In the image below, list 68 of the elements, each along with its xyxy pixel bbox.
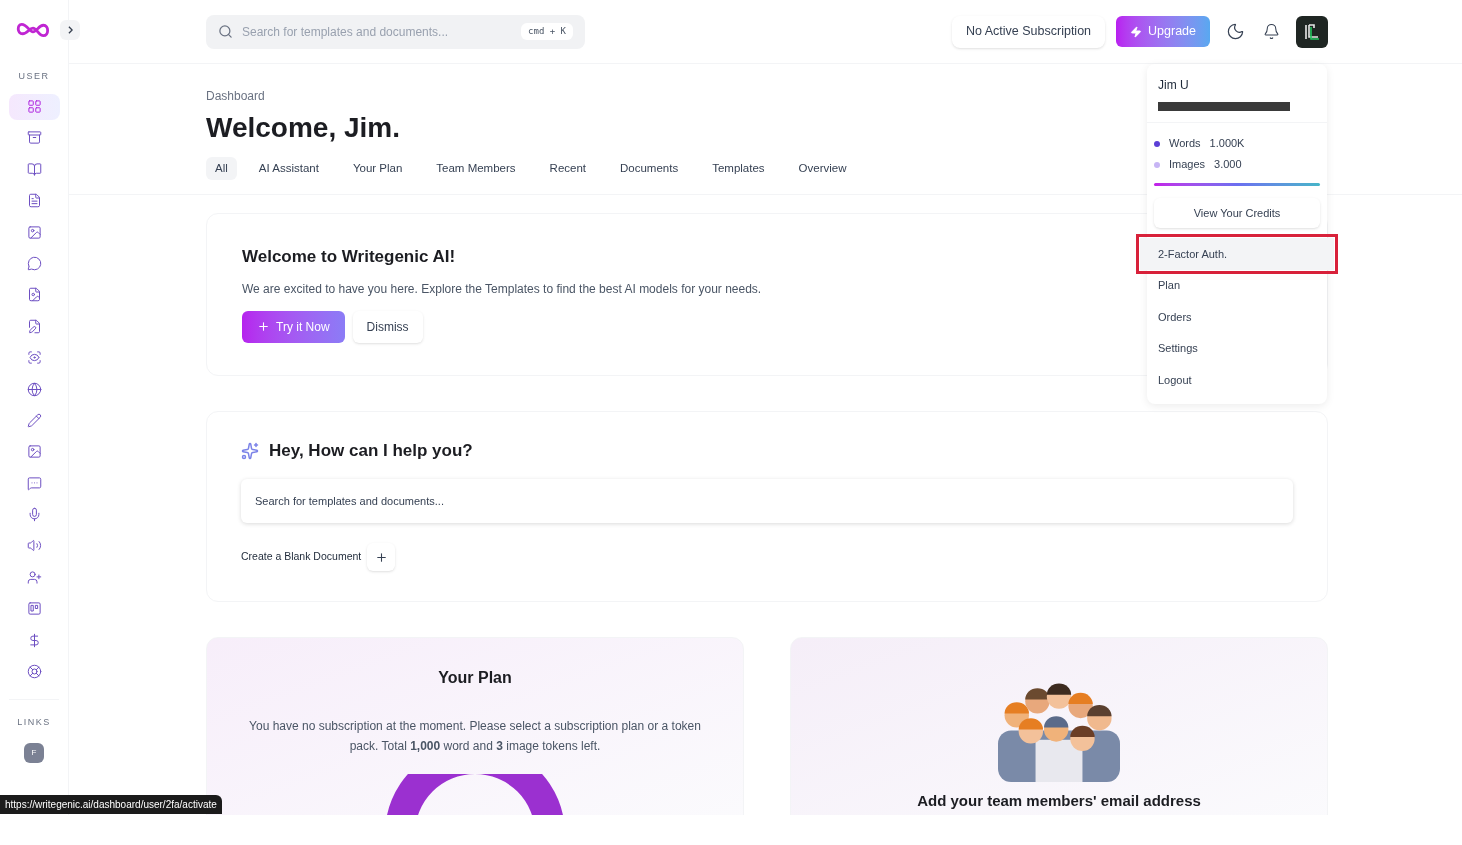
microphone-icon	[26, 507, 42, 523]
tab[interactable]: AI Assistant	[249, 157, 328, 181]
notifications-button[interactable]	[1261, 21, 1282, 42]
view-credits-button[interactable]: View Your Credits	[1154, 198, 1320, 228]
tab[interactable]: Your Plan	[343, 157, 412, 181]
menu-item[interactable]: Logout	[1147, 364, 1327, 396]
lightning-icon	[1130, 25, 1143, 38]
menu-item[interactable]: Orders	[1147, 301, 1327, 333]
tab[interactable]: Team Members	[427, 157, 525, 181]
sidebar-item[interactable]	[8, 93, 60, 120]
status-url: https://writegenic.ai/dashboard/user/2fa/activate	[0, 795, 222, 814]
plus-icon	[374, 550, 388, 564]
user-plus-icon	[26, 569, 42, 585]
card-text: You have no subscription at the moment. Please select a subscription plan or a token pack. Total 1,000 word and 3 image tokens left.	[248, 718, 702, 756]
document-icon	[26, 193, 42, 209]
grid-icon	[26, 99, 42, 114]
tab[interactable]: Documents	[611, 157, 688, 181]
link-badge[interactable]: F	[24, 743, 44, 764]
search-icon	[218, 24, 233, 39]
scan-eye-icon	[26, 350, 42, 366]
lifebuoy-icon	[26, 664, 42, 680]
chat-bubble-icon	[26, 255, 42, 271]
pencil-icon	[26, 412, 42, 428]
card-text: We are excited to have you here. Explore the Templates to find the best AI models for your needs.	[242, 280, 762, 298]
document-pen-icon	[26, 318, 42, 334]
tab[interactable]: Overview	[789, 157, 856, 181]
image-icon	[26, 224, 42, 240]
sparkles-icon	[241, 441, 259, 460]
credit-value: 1.000K	[1209, 136, 1245, 152]
book-icon	[26, 161, 42, 177]
globe-icon	[26, 381, 42, 397]
dismiss-button[interactable]: Dismiss	[352, 310, 423, 343]
user-name: Jim U	[1158, 77, 1190, 94]
breadcrumb: Dashboard	[206, 88, 266, 105]
credit-label: Words	[1169, 136, 1201, 152]
search-field[interactable]: Search for templates and documents... cmd + K	[206, 14, 585, 49]
credit-value: 3.000	[1214, 157, 1242, 173]
speaker-icon	[26, 538, 42, 554]
message-dots-icon	[26, 475, 42, 491]
shortcut-hint: cmd + K	[521, 22, 573, 41]
subscription-status: No Active Subscription	[952, 15, 1106, 48]
tab[interactable]: All	[206, 157, 237, 181]
archive-icon	[26, 130, 42, 146]
credit-label: Images	[1169, 157, 1206, 173]
tab[interactable]: Templates	[703, 157, 774, 181]
card-title: Your Plan	[438, 668, 512, 689]
avatar-button[interactable]	[1296, 15, 1328, 48]
tab[interactable]: Recent	[540, 157, 595, 181]
section-label: LINKS	[17, 715, 51, 729]
create-document-label: Create a Blank Document	[241, 549, 362, 565]
prompt-field[interactable]: Search for templates and documents...	[241, 479, 1293, 524]
avatar-logo-icon	[1302, 21, 1322, 42]
expand-button[interactable]	[60, 20, 80, 40]
search-input[interactable]: Search for templates and documents...	[242, 22, 513, 41]
plus-icon	[257, 320, 270, 334]
logo-icon	[16, 20, 50, 40]
page-title: Welcome, Jim.	[206, 111, 400, 145]
image-icon	[26, 444, 42, 460]
section-label: USER	[18, 70, 50, 83]
menu-item[interactable]: Plan	[1147, 269, 1327, 301]
chevron-right-icon	[67, 26, 73, 34]
document-image-icon	[26, 287, 42, 303]
card-title: Hey, How can I help you?	[269, 439, 473, 462]
try-now-button[interactable]: Try it Now	[242, 310, 345, 343]
board-icon	[26, 601, 42, 617]
card-title: Welcome to Writegenic AI!	[242, 246, 456, 269]
menu-item[interactable]: Settings	[1147, 332, 1327, 364]
card-title: Add your team members' email address	[917, 791, 1201, 812]
